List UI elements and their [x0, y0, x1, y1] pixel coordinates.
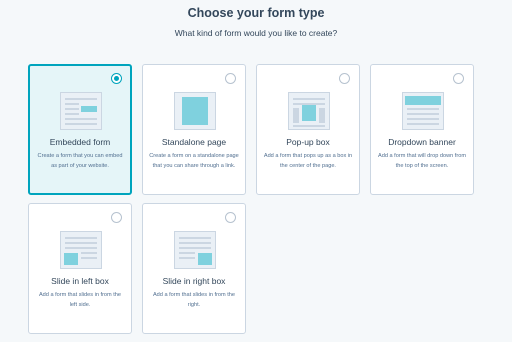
form-type-card-embedded[interactable]: Embedded form Create a form that you can… [28, 64, 132, 195]
page-title: Choose your form type [187, 6, 325, 20]
form-type-card-slide-left[interactable]: Slide in left box Add a form that slides… [28, 203, 132, 334]
form-type-card-standalone[interactable]: Standalone page Create a form on a stand… [142, 64, 246, 195]
card-title: Slide in left box [51, 276, 109, 286]
card-description: Add a form that slides in from the left … [38, 292, 122, 308]
standalone-page-preview-icon [174, 92, 216, 130]
dropdown-banner-preview-icon [402, 92, 444, 130]
card-description: Add a form that slides in from the right… [152, 292, 236, 308]
card-title: Dropdown banner [388, 137, 456, 147]
slide-in-left-preview-icon [60, 231, 102, 269]
slide-in-right-preview-icon [174, 231, 216, 269]
radio-button-popup[interactable] [339, 73, 350, 84]
card-description: Add a form that will drop down from the … [378, 153, 466, 169]
card-title: Standalone page [161, 137, 227, 147]
embedded-form-preview-icon [60, 92, 102, 130]
form-type-card-slide-right[interactable]: Slide in right box Add a form that slide… [142, 203, 246, 334]
card-title: Slide in right box [162, 276, 226, 286]
form-type-card-popup[interactable]: Pop-up box Add a form that pops up as a … [256, 64, 360, 195]
popup-box-preview-icon [288, 92, 330, 130]
card-description: Create a form that you can embed as part… [37, 153, 123, 169]
radio-button-slide-right[interactable] [225, 212, 236, 223]
radio-button-standalone[interactable] [225, 73, 236, 84]
card-title: Embedded form [49, 137, 111, 147]
page-subtitle: What kind of form would you like to crea… [174, 28, 338, 38]
form-type-card-dropdown-banner[interactable]: Dropdown banner Add a form that will dro… [370, 64, 474, 195]
card-title: Pop-up box [286, 137, 330, 147]
radio-button-embedded[interactable] [111, 73, 122, 84]
card-description: Create a form on a standalone page that … [149, 153, 239, 169]
radio-button-dropdown-banner[interactable] [453, 73, 464, 84]
card-description: Add a form that pops up as a box in the … [263, 153, 353, 169]
radio-button-slide-left[interactable] [111, 212, 122, 223]
